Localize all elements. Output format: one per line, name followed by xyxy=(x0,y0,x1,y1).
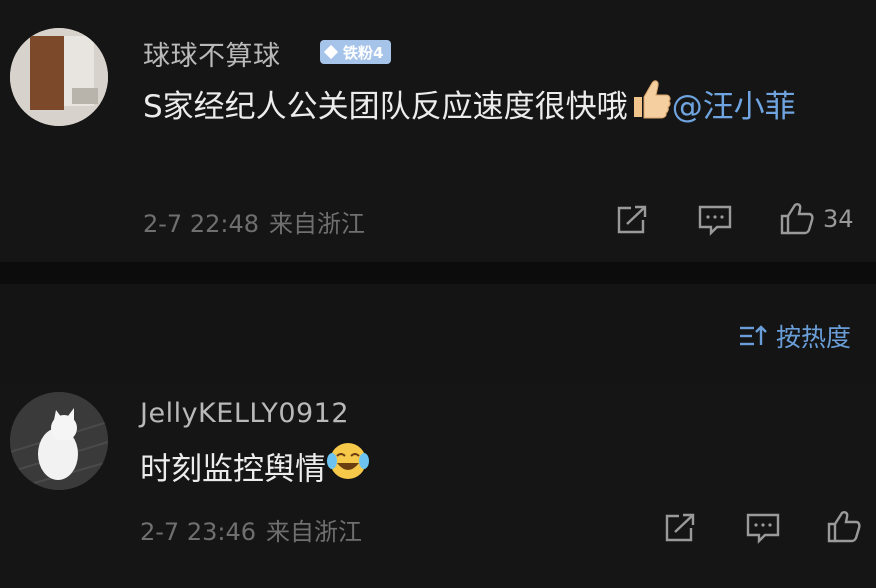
comment-text-block: 时刻监控舆情 xyxy=(140,439,840,503)
like-button[interactable] xyxy=(826,510,862,544)
comment-location: 来自浙江 xyxy=(266,518,362,546)
thumbs-up-icon xyxy=(780,203,814,235)
sort-by-heat-button[interactable]: 按热度 xyxy=(738,318,851,354)
like-count: 34 xyxy=(823,205,854,233)
fan-badge[interactable]: 铁粉4 xyxy=(320,40,392,64)
avatar[interactable] xyxy=(10,28,108,126)
comment-meta: 2-7 23:46 来自浙江 xyxy=(140,512,362,547)
reply-button[interactable] xyxy=(745,512,781,544)
share-button[interactable] xyxy=(615,204,649,236)
thumbs-up-icon xyxy=(827,511,861,543)
mention-link[interactable]: @汪小菲 xyxy=(672,89,796,125)
comment-icon xyxy=(698,205,732,236)
section-divider xyxy=(0,262,876,284)
comment-icon xyxy=(746,513,780,544)
comment-location: 来自浙江 xyxy=(269,210,365,238)
badge-label: 铁粉4 xyxy=(343,43,384,62)
comment-time: 2-7 23:46 xyxy=(140,518,256,546)
sort-label: 按热度 xyxy=(776,323,852,352)
comment-text: 时刻监控舆情 xyxy=(140,451,326,488)
sort-icon xyxy=(740,325,767,346)
laugh-cry-emoji-icon xyxy=(326,439,370,503)
comment-time: 2-7 22:48 xyxy=(143,210,259,238)
reply-button[interactable] xyxy=(697,204,733,236)
like-button[interactable]: 34 xyxy=(779,202,854,236)
comment-text-block: S家经纪人公关团队反应速度很快哦 @汪小菲 xyxy=(143,77,843,139)
comment-item: JellyKELLY0912 时刻监控舆情 2-7 23:46 来自浙江 xyxy=(0,384,876,588)
username[interactable]: JellyKELLY0912 xyxy=(140,398,349,429)
comment-meta: 2-7 22:48 来自浙江 xyxy=(143,204,365,239)
username[interactable]: 球球不算球 xyxy=(143,34,281,73)
share-button[interactable] xyxy=(663,512,697,544)
share-icon xyxy=(665,513,695,542)
comment-item: 球球不算球 铁粉4 S家经纪人公关团队反应速度很快哦 @汪小菲 2-7 22:4… xyxy=(0,0,876,262)
avatar[interactable] xyxy=(10,392,108,490)
comment-text: S家经纪人公关团队反应速度很快哦 xyxy=(143,89,628,125)
diamond-icon xyxy=(323,44,339,60)
share-icon xyxy=(617,205,647,234)
thumbs-up-emoji-icon xyxy=(628,79,672,139)
